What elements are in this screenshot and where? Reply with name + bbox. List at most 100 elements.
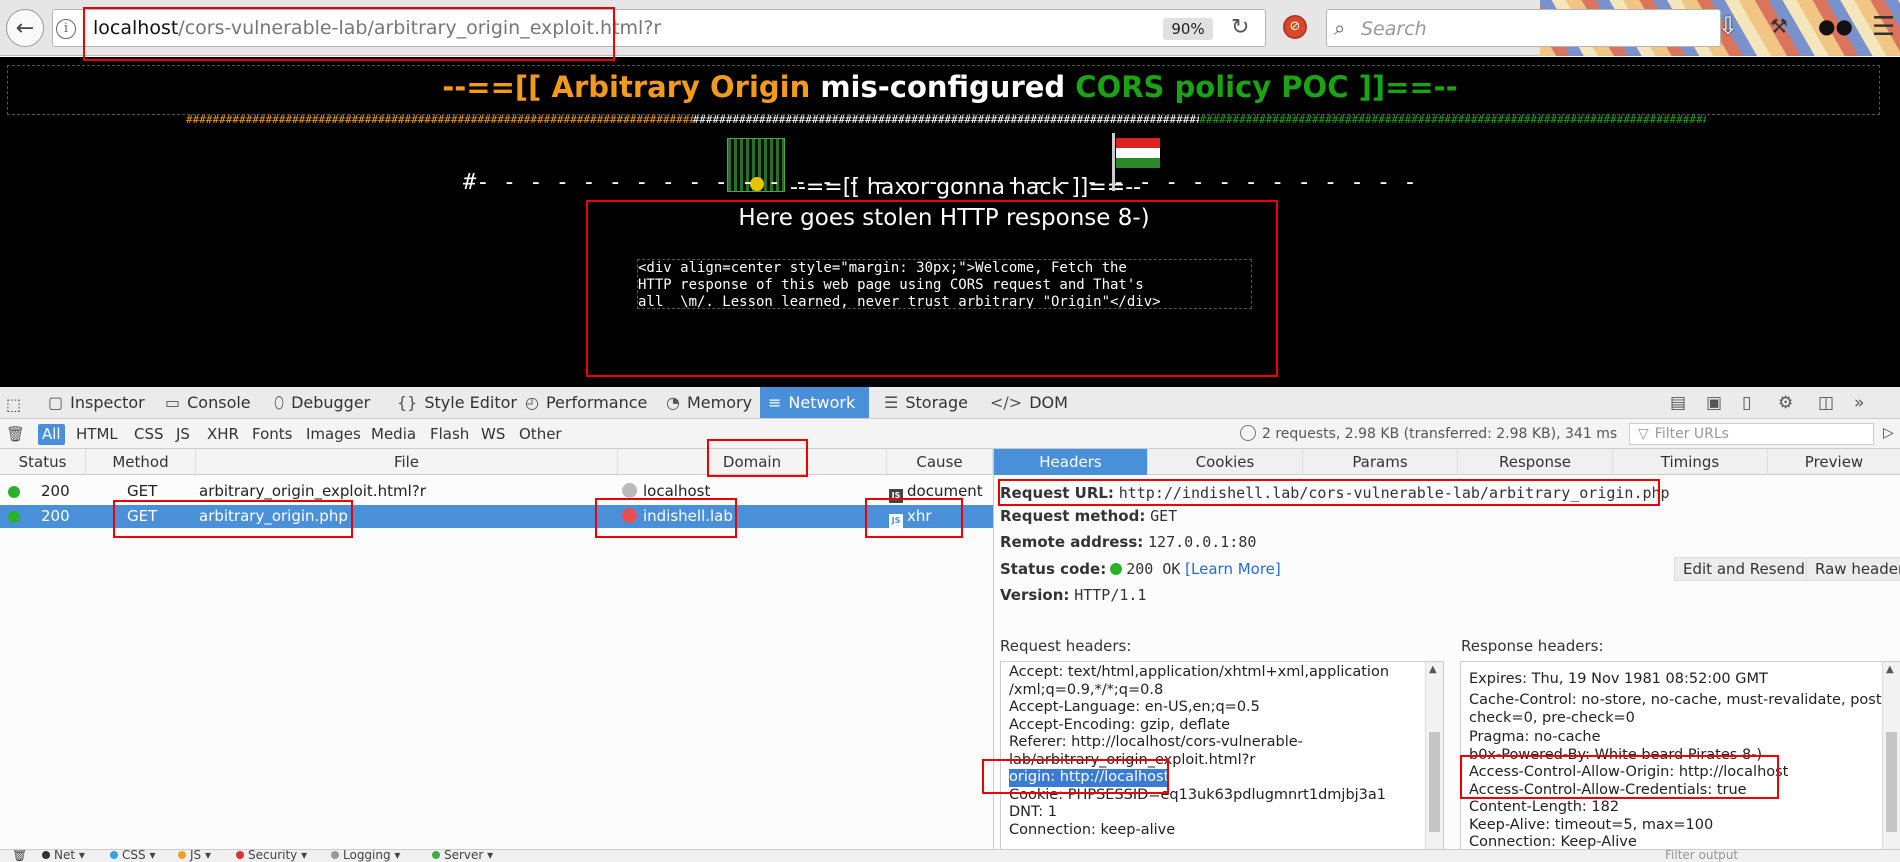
request-headers-scrollbar[interactable]: ▲▼ <box>1425 662 1443 860</box>
stopwatch-icon <box>1240 425 1256 441</box>
settings-gear-icon[interactable]: ⚙ <box>1778 393 1793 413</box>
element-picker-icon[interactable]: ⬚ <box>6 395 21 414</box>
col-cause[interactable]: Cause <box>887 449 993 475</box>
response-headers-scrollbar[interactable]: ▲▼ <box>1882 662 1900 860</box>
request-header-line: Referer: http://localhost/cors-vulnerabl… <box>1009 734 1303 750</box>
tab-console[interactable]: ▭ Console <box>165 387 251 418</box>
layout-toggle-icon[interactable]: ▤ <box>1670 393 1686 413</box>
filter-ws[interactable]: WS <box>477 424 509 445</box>
tab-storage[interactable]: ☰ Storage <box>884 387 968 418</box>
tab-headers[interactable]: Headers <box>994 449 1148 475</box>
profile-icon[interactable]: ●● <box>1818 14 1853 38</box>
clear-trash-icon[interactable]: 🗑 <box>6 425 25 443</box>
hash-segment-orange: ########################################… <box>186 114 693 126</box>
tab-debugger[interactable]: ⬯ Debugger <box>274 387 370 418</box>
status-code-row: Status code: 200 OK [Learn More] <box>1000 560 1281 578</box>
filter-js[interactable]: JS <box>172 424 194 445</box>
blocked-addon-icon[interactable]: ⊘ <box>1283 15 1307 39</box>
console-filter-logging[interactable]: Logging ▾ <box>331 850 400 862</box>
tab-network[interactable]: ≡ Network <box>760 387 869 418</box>
edit-resend-button[interactable]: Edit and Resend <box>1674 557 1814 581</box>
tab-memory[interactable]: ◔ Memory <box>666 387 752 418</box>
debugger-icon: ⬯ <box>274 393 285 412</box>
response-header-line: Keep-Alive: timeout=5, max=100 <box>1469 816 1714 833</box>
console-filter-net[interactable]: Net ▾ <box>42 850 85 862</box>
response-header-line: Pragma: no-cache <box>1469 729 1601 745</box>
title-part-3: CORS policy POC ]]==-- <box>1075 70 1458 104</box>
split-console-icon[interactable]: ▣ <box>1706 393 1722 413</box>
highlight-box <box>982 759 1169 794</box>
tab-performance[interactable]: ◴ Performance <box>525 387 647 418</box>
storage-icon: ☰ <box>884 393 899 412</box>
console-icon: ▭ <box>165 393 181 412</box>
filter-xhr[interactable]: XHR <box>203 424 243 445</box>
performance-icon: ◴ <box>525 393 539 412</box>
toggle-details-icon[interactable]: ▷ <box>1883 425 1894 441</box>
memory-icon: ◔ <box>666 393 680 412</box>
highlight-box <box>595 498 737 538</box>
filter-css[interactable]: CSS <box>130 424 168 445</box>
tab-timings[interactable]: Timings <box>1613 449 1768 475</box>
filter-media[interactable]: Media <box>367 424 420 445</box>
highlight-box <box>586 200 1278 377</box>
filter-fonts[interactable]: Fonts <box>248 424 296 445</box>
page-content: --==[[ Arbitrary Origin mis-configured C… <box>0 57 1900 387</box>
tab-inspector[interactable]: ▢ Inspector <box>48 387 145 418</box>
filter-flash[interactable]: Flash <box>426 424 473 445</box>
request-status: 200 <box>41 482 70 500</box>
col-status[interactable]: Status <box>0 449 86 475</box>
tab-style-editor[interactable]: {} Style Editor <box>397 387 517 418</box>
globe-icon <box>622 483 637 498</box>
details-tabbar: Headers Cookies Params Response Timings … <box>994 449 1900 475</box>
console-trash-icon[interactable]: 🗑 <box>12 850 27 862</box>
hamburger-menu-icon[interactable]: ☰ <box>1872 12 1895 42</box>
zoom-level-button[interactable]: 90% <box>1163 18 1213 40</box>
responsive-mode-icon[interactable]: ▯ <box>1742 393 1751 413</box>
learn-more-link[interactable]: [Learn More] <box>1185 560 1281 578</box>
console-filter-css[interactable]: CSS ▾ <box>110 850 155 862</box>
dock-side-icon[interactable]: ◫ <box>1818 393 1834 413</box>
remote-address-row: Remote address: 127.0.0.1:80 <box>1000 533 1257 551</box>
hash-divider: ########################################… <box>186 114 1706 126</box>
highlight-box <box>1460 755 1779 799</box>
response-header-line: Cache-Control: no-store, no-cache, must-… <box>1469 692 1887 708</box>
flag-icon <box>1110 133 1160 191</box>
col-file[interactable]: File <box>196 449 618 475</box>
tab-preview[interactable]: Preview <box>1768 449 1900 475</box>
response-header-line: Expires: Thu, 19 Nov 1981 08:52:00 GMT <box>1469 671 1768 687</box>
raw-headers-button[interactable]: Raw headers <box>1806 557 1900 581</box>
request-header-line: Accept: text/html,application/xhtml+xml,… <box>1009 664 1390 680</box>
tab-params[interactable]: Params <box>1303 449 1458 475</box>
search-icon: ⌕ <box>1334 16 1346 40</box>
console-filter-js[interactable]: JS ▾ <box>178 850 211 862</box>
back-arrow-icon: ← <box>15 15 35 41</box>
col-method[interactable]: Method <box>86 449 196 475</box>
network-icon: ≡ <box>768 393 782 412</box>
console-filter-server[interactable]: Server ▾ <box>432 850 493 862</box>
filter-other[interactable]: Other <box>515 424 566 445</box>
search-placeholder: Search <box>1361 18 1427 40</box>
filter-all[interactable]: All <box>38 424 65 445</box>
page-title: --==[[ Arbitrary Origin mis-configured C… <box>0 70 1900 104</box>
highlight-box <box>707 439 808 477</box>
console-filter-security[interactable]: Security ▾ <box>236 850 307 862</box>
response-header-line: Content-Length: 182 <box>1469 799 1620 815</box>
filter-html[interactable]: HTML <box>72 424 122 445</box>
hash-segment-white: ########################################… <box>692 114 1200 126</box>
close-devtools-icon[interactable]: » <box>1854 393 1864 413</box>
title-part-1: --==[[ Arbitrary Origin <box>442 70 821 104</box>
request-header-line: DNT: 1 <box>1009 804 1057 820</box>
back-button[interactable]: ← <box>6 9 44 47</box>
console-filter-output-input[interactable]: Filter output <box>1665 850 1738 862</box>
download-icon[interactable]: ⇩ <box>1718 12 1738 40</box>
filter-images[interactable]: Images <box>302 424 365 445</box>
info-icon[interactable]: i <box>56 19 76 39</box>
reload-icon[interactable]: ↻ <box>1231 15 1249 40</box>
tab-dom[interactable]: </> DOM <box>990 387 1068 418</box>
tab-response[interactable]: Response <box>1458 449 1613 475</box>
tab-cookies[interactable]: Cookies <box>1148 449 1303 475</box>
filter-urls-input[interactable]: ▽ Filter URLs <box>1629 423 1874 445</box>
extension-icon[interactable]: ⚒ <box>1770 14 1788 38</box>
highlight-box <box>998 479 1660 506</box>
search-bar[interactable]: ⌕ Search <box>1326 9 1721 47</box>
